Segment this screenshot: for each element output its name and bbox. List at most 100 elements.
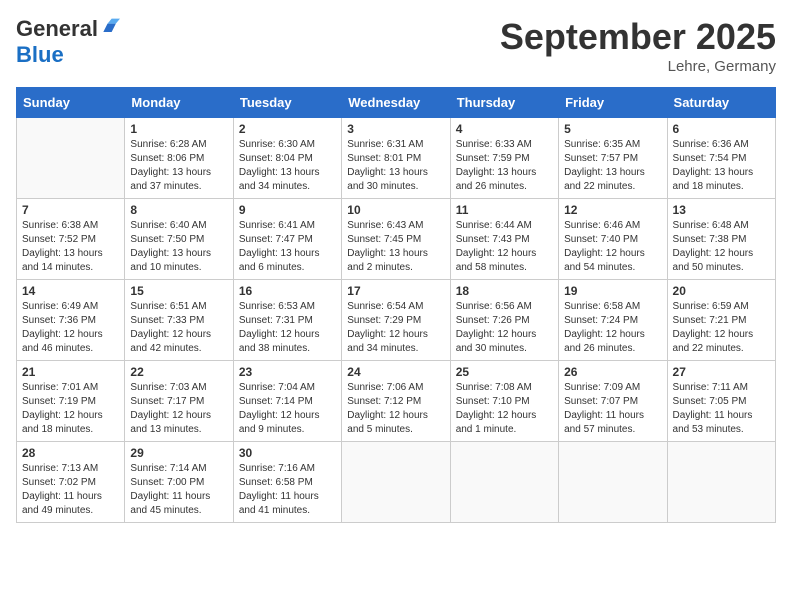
calendar-header-thursday: Thursday <box>450 88 558 118</box>
calendar-cell: 15 Sunrise: 6:51 AM Sunset: 7:33 PM Dayli… <box>125 280 233 361</box>
day-number: 10 <box>347 203 444 217</box>
day-info: Sunrise: 7:04 AM Sunset: 7:14 PM Dayligh… <box>239 381 336 437</box>
day-info: Sunrise: 7:03 AM Sunset: 7:17 PM Dayligh… <box>130 381 227 437</box>
calendar-cell: 12 Sunrise: 6:46 AM Sunset: 7:40 PM Dayli… <box>559 199 667 280</box>
calendar-cell: 17 Sunrise: 6:54 AM Sunset: 7:29 PM Dayli… <box>342 280 450 361</box>
calendar-cell: 2 Sunrise: 6:30 AM Sunset: 8:04 PM Daylig… <box>233 118 341 199</box>
day-info: Sunrise: 6:40 AM Sunset: 7:50 PM Dayligh… <box>130 219 227 275</box>
calendar-cell: 21 Sunrise: 7:01 AM Sunset: 7:19 PM Dayli… <box>17 361 125 442</box>
calendar-cell: 18 Sunrise: 6:56 AM Sunset: 7:26 PM Dayli… <box>450 280 558 361</box>
day-info: Sunrise: 6:41 AM Sunset: 7:47 PM Dayligh… <box>239 219 336 275</box>
day-number: 23 <box>239 365 336 379</box>
calendar-cell <box>17 118 125 199</box>
day-number: 11 <box>456 203 553 217</box>
calendar-table: SundayMondayTuesdayWednesdayThursdayFrid… <box>16 87 776 523</box>
calendar-cell <box>667 442 775 523</box>
day-number: 19 <box>564 284 661 298</box>
calendar-cell: 6 Sunrise: 6:36 AM Sunset: 7:54 PM Daylig… <box>667 118 775 199</box>
day-info: Sunrise: 6:36 AM Sunset: 7:54 PM Dayligh… <box>673 138 770 194</box>
day-info: Sunrise: 6:33 AM Sunset: 7:59 PM Dayligh… <box>456 138 553 194</box>
calendar-week-2: 7 Sunrise: 6:38 AM Sunset: 7:52 PM Daylig… <box>17 199 776 280</box>
calendar-cell: 9Sunrise: 6:41 AM Sunset: 7:47 PM Daylig… <box>233 199 341 280</box>
logo-icon <box>100 17 120 37</box>
day-number: 17 <box>347 284 444 298</box>
calendar-cell: 27 Sunrise: 7:11 AM Sunset: 7:05 PM Dayli… <box>667 361 775 442</box>
day-number: 18 <box>456 284 553 298</box>
day-number: 4 <box>456 122 553 136</box>
location: Lehre, Germany <box>500 58 776 75</box>
day-info: Sunrise: 6:56 AM Sunset: 7:26 PM Dayligh… <box>456 300 553 356</box>
calendar-cell: 29Sunrise: 7:14 AM Sunset: 7:00 PM Dayli… <box>125 442 233 523</box>
day-number: 30 <box>239 446 336 460</box>
calendar-cell: 13Sunrise: 6:48 AM Sunset: 7:38 PM Dayli… <box>667 199 775 280</box>
day-info: Sunrise: 6:46 AM Sunset: 7:40 PM Dayligh… <box>564 219 661 275</box>
day-number: 7 <box>22 203 119 217</box>
calendar-header-friday: Friday <box>559 88 667 118</box>
calendar-cell <box>342 442 450 523</box>
day-info: Sunrise: 6:59 AM Sunset: 7:21 PM Dayligh… <box>673 300 770 356</box>
day-number: 22 <box>130 365 227 379</box>
day-info: Sunrise: 6:53 AM Sunset: 7:31 PM Dayligh… <box>239 300 336 356</box>
calendar-cell: 16 Sunrise: 6:53 AM Sunset: 7:31 PM Dayli… <box>233 280 341 361</box>
calendar-cell: 26 Sunrise: 7:09 AM Sunset: 7:07 PM Dayli… <box>559 361 667 442</box>
calendar-header-monday: Monday <box>125 88 233 118</box>
day-number: 27 <box>673 365 770 379</box>
day-info: Sunrise: 6:49 AM Sunset: 7:36 PM Dayligh… <box>22 300 119 356</box>
month-title: September 2025 <box>500 16 776 58</box>
day-number: 20 <box>673 284 770 298</box>
day-info: Sunrise: 6:31 AM Sunset: 8:01 PM Dayligh… <box>347 138 444 194</box>
calendar-cell <box>559 442 667 523</box>
day-number: 6 <box>673 122 770 136</box>
calendar-cell <box>450 442 558 523</box>
day-info: Sunrise: 6:35 AM Sunset: 7:57 PM Dayligh… <box>564 138 661 194</box>
day-number: 2 <box>239 122 336 136</box>
day-info: Sunrise: 7:11 AM Sunset: 7:05 PM Dayligh… <box>673 381 770 437</box>
calendar-cell: 19Sunrise: 6:58 AM Sunset: 7:24 PM Dayli… <box>559 280 667 361</box>
day-number: 1 <box>130 122 227 136</box>
day-number: 24 <box>347 365 444 379</box>
calendar-header-tuesday: Tuesday <box>233 88 341 118</box>
day-number: 5 <box>564 122 661 136</box>
day-info: Sunrise: 7:09 AM Sunset: 7:07 PM Dayligh… <box>564 381 661 437</box>
day-info: Sunrise: 6:51 AM Sunset: 7:33 PM Dayligh… <box>130 300 227 356</box>
day-number: 26 <box>564 365 661 379</box>
day-number: 28 <box>22 446 119 460</box>
day-number: 25 <box>456 365 553 379</box>
calendar-cell: 14Sunrise: 6:49 AM Sunset: 7:36 PM Dayli… <box>17 280 125 361</box>
calendar-week-5: 28 Sunrise: 7:13 AM Sunset: 7:02 PM Dayli… <box>17 442 776 523</box>
logo-blue-text: Blue <box>16 42 64 68</box>
calendar-header-wednesday: Wednesday <box>342 88 450 118</box>
calendar-header-row: SundayMondayTuesdayWednesdayThursdayFrid… <box>17 88 776 118</box>
day-number: 8 <box>130 203 227 217</box>
day-number: 12 <box>564 203 661 217</box>
day-number: 16 <box>239 284 336 298</box>
day-number: 3 <box>347 122 444 136</box>
title-block: September 2025 Lehre, Germany <box>500 16 776 75</box>
logo-general-text: General <box>16 16 98 42</box>
day-number: 21 <box>22 365 119 379</box>
calendar-cell: 5 Sunrise: 6:35 AM Sunset: 7:57 PM Daylig… <box>559 118 667 199</box>
calendar-cell: 1Sunrise: 6:28 AM Sunset: 8:06 PM Daylig… <box>125 118 233 199</box>
calendar-cell: 8 Sunrise: 6:40 AM Sunset: 7:50 PM Daylig… <box>125 199 233 280</box>
calendar-cell: 30 Sunrise: 7:16 AM Sunset: 6:58 PM Dayli… <box>233 442 341 523</box>
calendar-cell: 11Sunrise: 6:44 AM Sunset: 7:43 PM Dayli… <box>450 199 558 280</box>
day-info: Sunrise: 7:01 AM Sunset: 7:19 PM Dayligh… <box>22 381 119 437</box>
calendar-cell: 3 Sunrise: 6:31 AM Sunset: 8:01 PM Daylig… <box>342 118 450 199</box>
calendar-cell: 25Sunrise: 7:08 AM Sunset: 7:10 PM Dayli… <box>450 361 558 442</box>
day-number: 15 <box>130 284 227 298</box>
calendar-cell: 10 Sunrise: 6:43 AM Sunset: 7:45 PM Dayli… <box>342 199 450 280</box>
day-number: 29 <box>130 446 227 460</box>
calendar-cell: 4 Sunrise: 6:33 AM Sunset: 7:59 PM Daylig… <box>450 118 558 199</box>
day-info: Sunrise: 7:16 AM Sunset: 6:58 PM Dayligh… <box>239 462 336 518</box>
day-info: Sunrise: 6:38 AM Sunset: 7:52 PM Dayligh… <box>22 219 119 275</box>
calendar-cell: 7 Sunrise: 6:38 AM Sunset: 7:52 PM Daylig… <box>17 199 125 280</box>
calendar-week-3: 14Sunrise: 6:49 AM Sunset: 7:36 PM Dayli… <box>17 280 776 361</box>
day-info: Sunrise: 7:13 AM Sunset: 7:02 PM Dayligh… <box>22 462 119 518</box>
day-info: Sunrise: 6:43 AM Sunset: 7:45 PM Dayligh… <box>347 219 444 275</box>
calendar-week-1: 1Sunrise: 6:28 AM Sunset: 8:06 PM Daylig… <box>17 118 776 199</box>
calendar-cell: 28 Sunrise: 7:13 AM Sunset: 7:02 PM Dayli… <box>17 442 125 523</box>
logo: General Blue <box>16 16 120 68</box>
day-info: Sunrise: 7:06 AM Sunset: 7:12 PM Dayligh… <box>347 381 444 437</box>
day-info: Sunrise: 6:30 AM Sunset: 8:04 PM Dayligh… <box>239 138 336 194</box>
day-info: Sunrise: 6:54 AM Sunset: 7:29 PM Dayligh… <box>347 300 444 356</box>
